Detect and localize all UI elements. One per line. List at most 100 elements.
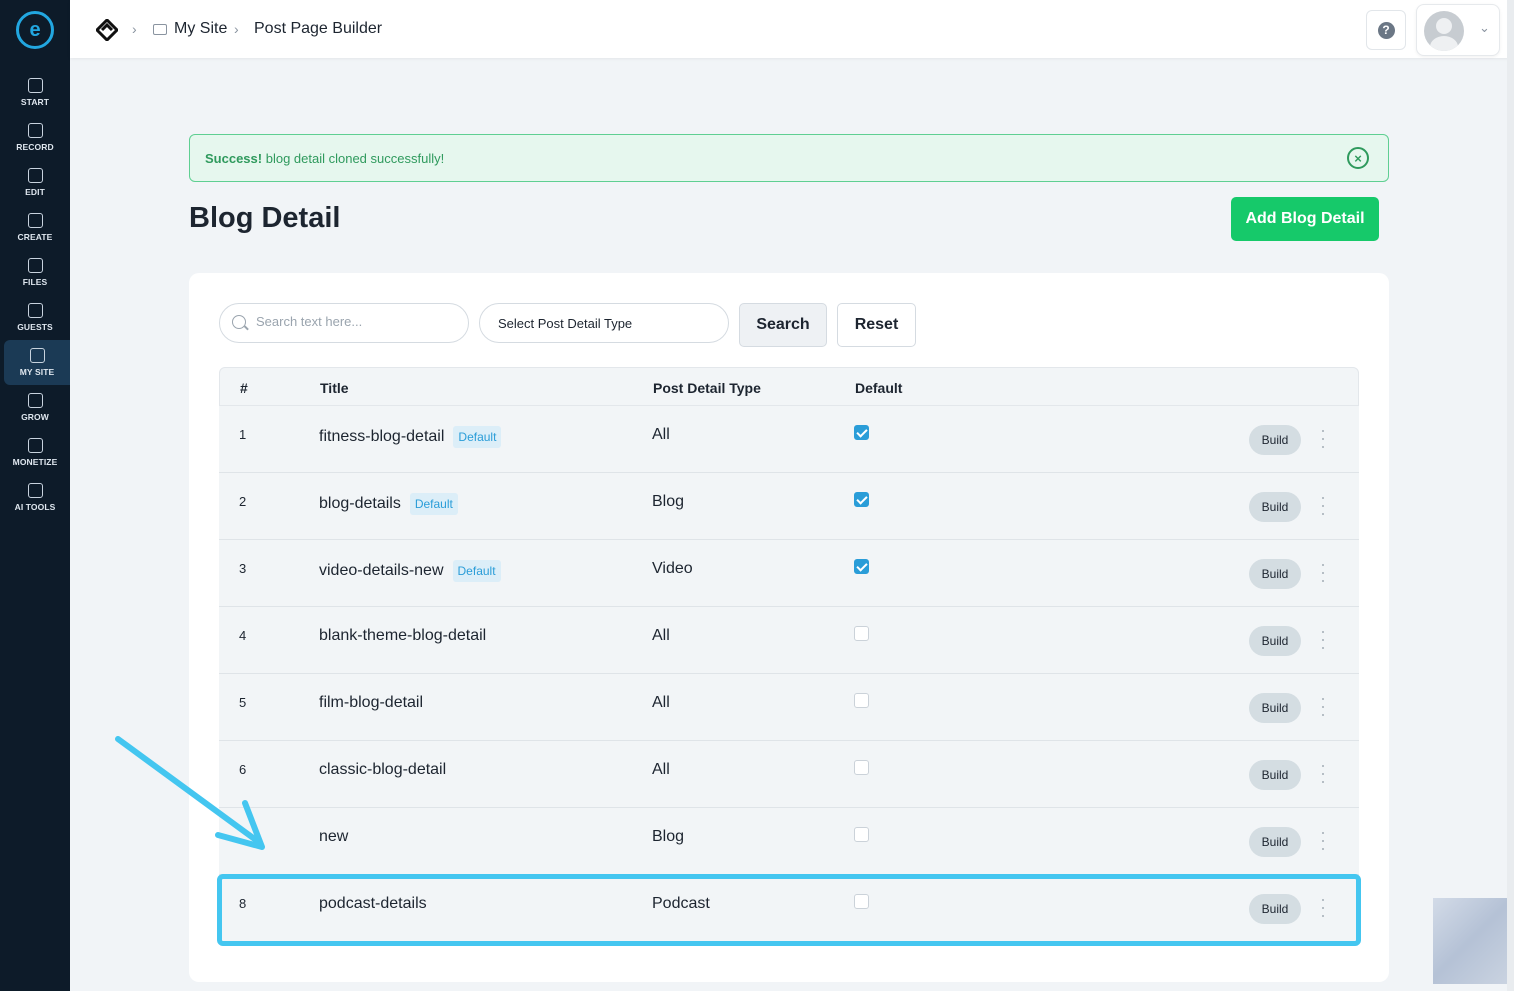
row-number: 1 <box>239 427 247 442</box>
table-row: 1 fitness-blog-detail Default All Build <box>219 406 1359 473</box>
default-checkbox[interactable] <box>854 827 869 842</box>
table-row: 3 video-details-new Default Video Build <box>219 540 1359 607</box>
default-checkbox[interactable] <box>854 425 869 440</box>
close-icon[interactable]: × <box>1347 147 1369 169</box>
blog-detail-card: Select Post Detail Type Search Reset # T… <box>189 273 1389 982</box>
row-title-cell: blank-theme-blog-detail <box>319 627 486 645</box>
user-menu-button[interactable]: ⌄ <box>1416 4 1500 56</box>
more-options-icon[interactable] <box>1320 631 1326 649</box>
row-type: Blog <box>652 493 685 510</box>
alert-message: blog detail cloned successfully! <box>265 151 445 166</box>
header-default: Default <box>855 380 903 396</box>
row-type: All <box>652 426 670 443</box>
more-options-icon[interactable] <box>1320 564 1326 582</box>
breadcrumb-site[interactable]: My Site <box>174 20 227 38</box>
sidebar-item-grow[interactable]: GROW <box>0 385 70 430</box>
table-body: 1 fitness-blog-detail Default All Build 2 blog… <box>219 406 1359 942</box>
row-title-cell: podcast-details <box>319 895 427 913</box>
monetize-icon <box>27 438 43 453</box>
blurred-region <box>1433 898 1507 984</box>
default-checkbox[interactable] <box>854 894 869 909</box>
more-options-icon[interactable] <box>1320 899 1326 917</box>
more-options-icon[interactable] <box>1320 832 1326 850</box>
sidebar-item-label: MONETIZE <box>12 457 58 467</box>
row-number: 2 <box>239 494 247 509</box>
reset-button[interactable]: Reset <box>837 303 916 347</box>
app-logo-icon[interactable]: e <box>16 11 54 49</box>
more-options-icon[interactable] <box>1320 430 1326 448</box>
more-options-icon[interactable] <box>1320 698 1326 716</box>
sidebar-item-edit[interactable]: EDIT <box>0 160 70 205</box>
build-button[interactable]: Build <box>1249 559 1301 589</box>
help-button[interactable]: ? <box>1366 10 1406 50</box>
folder-icon <box>153 24 167 35</box>
table-row: 2 blog-details Default Blog Build <box>219 473 1359 540</box>
alert-strong: Success! <box>205 151 263 166</box>
row-type: Video <box>652 560 693 577</box>
add-blog-detail-button[interactable]: Add Blog Detail <box>1231 197 1379 241</box>
row-title-cell: video-details-new Default <box>319 560 501 582</box>
post-detail-type-select[interactable]: Select Post Detail Type <box>479 303 729 343</box>
sidebar-item-start[interactable]: START <box>0 70 70 115</box>
table-row: new Blog Build <box>219 808 1359 875</box>
edit-icon <box>27 168 43 183</box>
search-field[interactable] <box>219 303 469 343</box>
row-number: 5 <box>239 695 247 710</box>
row-number: 4 <box>239 628 247 643</box>
row-title-cell: blog-details Default <box>319 493 458 515</box>
sidebar-item-ai-tools[interactable]: AI TOOLS <box>0 475 70 520</box>
sidebar-item-monetize[interactable]: MONETIZE <box>0 430 70 475</box>
row-number: 3 <box>239 561 247 576</box>
row-type: All <box>652 761 670 778</box>
header-title: Title <box>320 380 349 396</box>
default-checkbox[interactable] <box>854 693 869 708</box>
avatar <box>1424 11 1464 51</box>
build-button[interactable]: Build <box>1249 425 1301 455</box>
row-title: film-blog-detail <box>319 694 424 711</box>
build-button[interactable]: Build <box>1249 492 1301 522</box>
default-checkbox[interactable] <box>854 760 869 775</box>
build-button[interactable]: Build <box>1249 626 1301 656</box>
default-badge: Default <box>453 426 502 448</box>
build-button[interactable]: Build <box>1249 827 1301 857</box>
brand-mark-icon[interactable] <box>96 19 118 41</box>
default-checkbox[interactable] <box>854 492 869 507</box>
sidebar-item-my-site[interactable]: MY SITE <box>4 340 70 385</box>
search-input[interactable] <box>256 314 456 329</box>
sidebar-item-label: CREATE <box>17 232 53 242</box>
sidebar-item-label: RECORD <box>16 142 54 152</box>
row-type: All <box>652 627 670 644</box>
row-number: 8 <box>239 896 247 911</box>
ai-icon <box>27 483 43 498</box>
table-row: 4 blank-theme-blog-detail All Build <box>219 607 1359 674</box>
row-title: fitness-blog-detail <box>319 428 445 445</box>
default-checkbox[interactable] <box>854 559 869 574</box>
sidebar-item-create[interactable]: CREATE <box>0 205 70 250</box>
table-row: 8 podcast-details Podcast Build <box>219 875 1359 942</box>
chevron-down-icon: ⌄ <box>1479 20 1490 35</box>
sidebar-item-label: FILES <box>22 277 48 287</box>
sidebar-item-guests[interactable]: GUESTS <box>0 295 70 340</box>
default-checkbox[interactable] <box>854 626 869 641</box>
sidebar-item-files[interactable]: FILES <box>0 250 70 295</box>
row-type: Blog <box>652 828 685 845</box>
page-scrollbar[interactable] <box>1507 0 1514 991</box>
build-button[interactable]: Build <box>1249 693 1301 723</box>
sidebar-item-label: EDIT <box>25 187 45 197</box>
row-title: video-details-new <box>319 562 444 579</box>
sidebar-item-record[interactable]: RECORD <box>0 115 70 160</box>
build-button[interactable]: Build <box>1249 760 1301 790</box>
sidebar-item-label: GUESTS <box>17 322 53 332</box>
search-button[interactable]: Search <box>739 303 827 347</box>
table-row: 5 film-blog-detail All Build <box>219 674 1359 741</box>
start-icon <box>27 78 43 93</box>
build-button[interactable]: Build <box>1249 894 1301 924</box>
sidebar-item-label: AI TOOLS <box>14 502 56 512</box>
more-options-icon[interactable] <box>1320 765 1326 783</box>
sidebar-item-label: GROW <box>21 412 49 422</box>
row-title-cell: fitness-blog-detail Default <box>319 426 502 448</box>
site-icon <box>29 348 45 363</box>
more-options-icon[interactable] <box>1320 497 1326 515</box>
row-title-cell: classic-blog-detail <box>319 761 446 779</box>
alert-text: Success! blog detail cloned successfully… <box>205 151 444 166</box>
